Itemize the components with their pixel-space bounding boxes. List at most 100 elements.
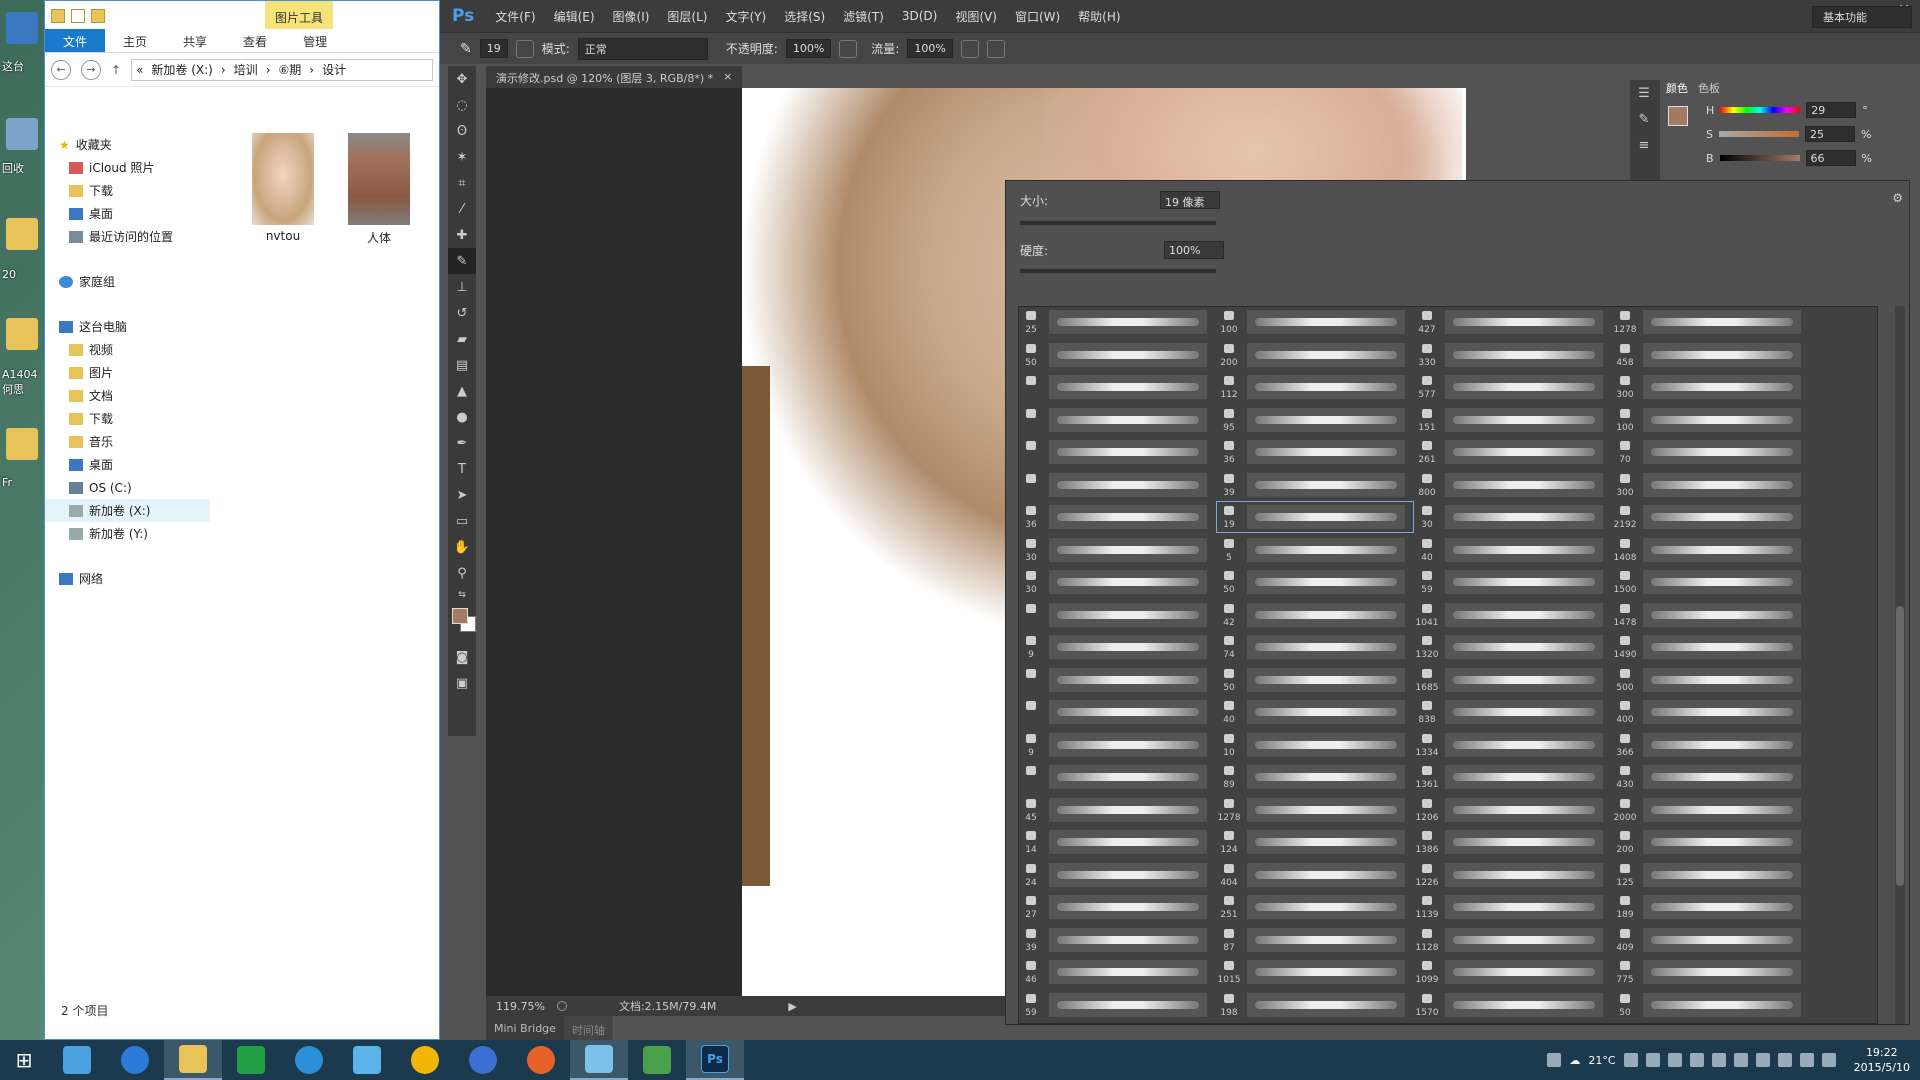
brush-preset[interactable]: 59 bbox=[1019, 990, 1215, 1020]
tab-timeline[interactable]: 时间轴 bbox=[563, 1016, 613, 1040]
brush-preset[interactable]: 14 bbox=[1019, 827, 1215, 857]
screen-mode-icon[interactable]: ▣ bbox=[448, 670, 476, 696]
brush-preset[interactable]: 1478 bbox=[1613, 600, 1809, 630]
brush-preset[interactable]: 9 bbox=[1019, 730, 1215, 760]
menu-select[interactable]: 选择(S) bbox=[775, 8, 834, 25]
brush-preset[interactable]: 1278 bbox=[1217, 795, 1413, 825]
tab-share[interactable]: 共享 bbox=[165, 29, 225, 52]
tab-swatches[interactable]: 色板 bbox=[1698, 80, 1720, 96]
taskbar-app[interactable] bbox=[338, 1040, 396, 1080]
brush-preset[interactable]: 125 bbox=[1613, 860, 1809, 890]
nav-item-drive-x[interactable]: 新加卷 (X:) bbox=[45, 499, 210, 522]
foreground-color-swatch[interactable] bbox=[452, 608, 468, 624]
taskbar-app[interactable] bbox=[48, 1040, 106, 1080]
nav-item-drive-c[interactable]: OS (C:) bbox=[45, 476, 210, 499]
brush-preset[interactable]: 50 bbox=[1613, 990, 1809, 1020]
tray-icon[interactable] bbox=[1623, 1053, 1638, 1067]
saturation-slider[interactable] bbox=[1718, 131, 1799, 137]
brush-preset[interactable]: 261 bbox=[1415, 437, 1611, 467]
properties-icon[interactable] bbox=[71, 9, 85, 23]
brush-preset[interactable]: 40 bbox=[1217, 697, 1413, 727]
brush-preset[interactable]: 30 bbox=[1019, 567, 1215, 597]
pressure-opacity-icon[interactable] bbox=[839, 39, 858, 58]
volume-icon[interactable] bbox=[1799, 1053, 1814, 1067]
blend-mode-select[interactable]: 正常 bbox=[577, 37, 708, 60]
taskbar-app[interactable] bbox=[570, 1040, 628, 1080]
blur-tool-icon[interactable]: ▲ bbox=[448, 378, 476, 404]
new-folder-icon[interactable] bbox=[91, 9, 105, 23]
brush-preset[interactable]: 24 bbox=[1019, 860, 1215, 890]
brightness-slider[interactable] bbox=[1719, 155, 1800, 161]
brush-preset[interactable]: 1206 bbox=[1415, 795, 1611, 825]
file-item[interactable]: 人体 bbox=[341, 133, 417, 246]
taskbar-app[interactable] bbox=[454, 1040, 512, 1080]
adjustments-panel-icon[interactable]: ≡ bbox=[1630, 132, 1658, 158]
brush-preset[interactable]: 39 bbox=[1019, 925, 1215, 955]
brush-preset[interactable] bbox=[1019, 437, 1215, 467]
up-button[interactable]: ↑ bbox=[111, 63, 121, 77]
tab-manage[interactable]: 管理 bbox=[285, 29, 345, 52]
recycle-bin-icon[interactable] bbox=[6, 118, 38, 150]
nav-item-downloads-pc[interactable]: 下载 bbox=[45, 407, 210, 430]
menu-type[interactable]: 文字(Y) bbox=[716, 8, 775, 25]
opacity-input[interactable]: 100% bbox=[785, 39, 832, 58]
brush-preset[interactable]: 1128 bbox=[1415, 925, 1611, 955]
menu-help[interactable]: 帮助(H) bbox=[1069, 8, 1129, 25]
brush-preset[interactable]: 366 bbox=[1613, 730, 1809, 760]
brush-preset[interactable]: 251 bbox=[1217, 892, 1413, 922]
gear-icon[interactable]: ⚙ bbox=[1892, 191, 1903, 205]
brush-preset[interactable]: 404 bbox=[1217, 860, 1413, 890]
brush-preset[interactable]: 42 bbox=[1217, 600, 1413, 630]
brush-preset[interactable]: 409 bbox=[1613, 925, 1809, 955]
file-item[interactable]: nvtou bbox=[245, 133, 321, 246]
brush-preset[interactable]: 300 bbox=[1613, 372, 1809, 402]
taskbar-app[interactable] bbox=[396, 1040, 454, 1080]
brush-preset[interactable]: 838 bbox=[1415, 697, 1611, 727]
taskbar-app[interactable] bbox=[512, 1040, 570, 1080]
info-icon[interactable] bbox=[556, 1001, 567, 1011]
status-menu-arrow-icon[interactable]: ▶ bbox=[788, 1000, 796, 1013]
brush-preset[interactable]: 1139 bbox=[1415, 892, 1611, 922]
brush-preset[interactable]: 300 bbox=[1613, 470, 1809, 500]
nav-item-music[interactable]: 音乐 bbox=[45, 430, 210, 453]
taskbar-file-explorer[interactable] bbox=[164, 1040, 222, 1080]
nav-network[interactable]: 网络 bbox=[45, 567, 210, 590]
airbrush-icon[interactable] bbox=[960, 39, 979, 58]
start-button[interactable]: ⊞ bbox=[0, 1040, 48, 1080]
eyedropper-tool-icon[interactable]: ⁄ bbox=[448, 196, 476, 222]
breadcrumb-item[interactable]: 新加卷 (X:) bbox=[151, 61, 212, 78]
brush-preset[interactable]: 2000 bbox=[1613, 795, 1809, 825]
taskbar-photoshop[interactable]: Ps bbox=[686, 1040, 744, 1080]
document-tab[interactable]: 演示修改.psd @ 120% (图层 3, RGB/8*) * × bbox=[486, 66, 743, 88]
type-tool-icon[interactable]: T bbox=[448, 456, 476, 482]
keyboard-icon[interactable] bbox=[1547, 1053, 1562, 1067]
menu-image[interactable]: 图像(I) bbox=[604, 8, 659, 25]
tray-icon[interactable] bbox=[1711, 1053, 1726, 1067]
brush-preset[interactable]: 1041 bbox=[1415, 600, 1611, 630]
history-panel-icon[interactable]: ☰ bbox=[1630, 80, 1658, 106]
flag-icon[interactable] bbox=[1755, 1053, 1770, 1067]
brush-preset[interactable]: 1278 bbox=[1613, 307, 1809, 337]
default-colors-icon[interactable]: ⇆ bbox=[448, 586, 476, 604]
brush-preset[interactable]: 1386 bbox=[1415, 827, 1611, 857]
brush-preset[interactable]: 59 bbox=[1415, 567, 1611, 597]
breadcrumb-item[interactable]: 设计 bbox=[322, 61, 346, 78]
breadcrumb-item[interactable]: ⑥期 bbox=[279, 61, 302, 78]
brush-preset[interactable]: 74 bbox=[1217, 632, 1413, 662]
hardness-slider[interactable] bbox=[1020, 269, 1216, 273]
brush-preset[interactable]: 27 bbox=[1019, 892, 1215, 922]
bluetooth-icon[interactable] bbox=[1667, 1053, 1682, 1067]
brush-preset[interactable] bbox=[1019, 405, 1215, 435]
nav-item-desktop[interactable]: 桌面 bbox=[45, 202, 210, 225]
brush-preset[interactable]: 30 bbox=[1019, 535, 1215, 565]
nav-item-videos[interactable]: 视频 bbox=[45, 338, 210, 361]
input-method-icon[interactable] bbox=[1821, 1053, 1836, 1067]
flow-input[interactable]: 100% bbox=[907, 39, 953, 58]
menu-window[interactable]: 窗口(W) bbox=[1006, 8, 1069, 25]
breadcrumb-item[interactable]: 培训 bbox=[234, 61, 258, 78]
clock[interactable]: 19:22 2015/5/10 bbox=[1854, 1045, 1910, 1075]
nav-homegroup[interactable]: 家庭组 bbox=[45, 270, 210, 293]
brush-preset[interactable]: 800 bbox=[1415, 470, 1611, 500]
brush-preset[interactable] bbox=[1019, 665, 1215, 695]
brush-preset[interactable]: 427 bbox=[1415, 307, 1611, 337]
